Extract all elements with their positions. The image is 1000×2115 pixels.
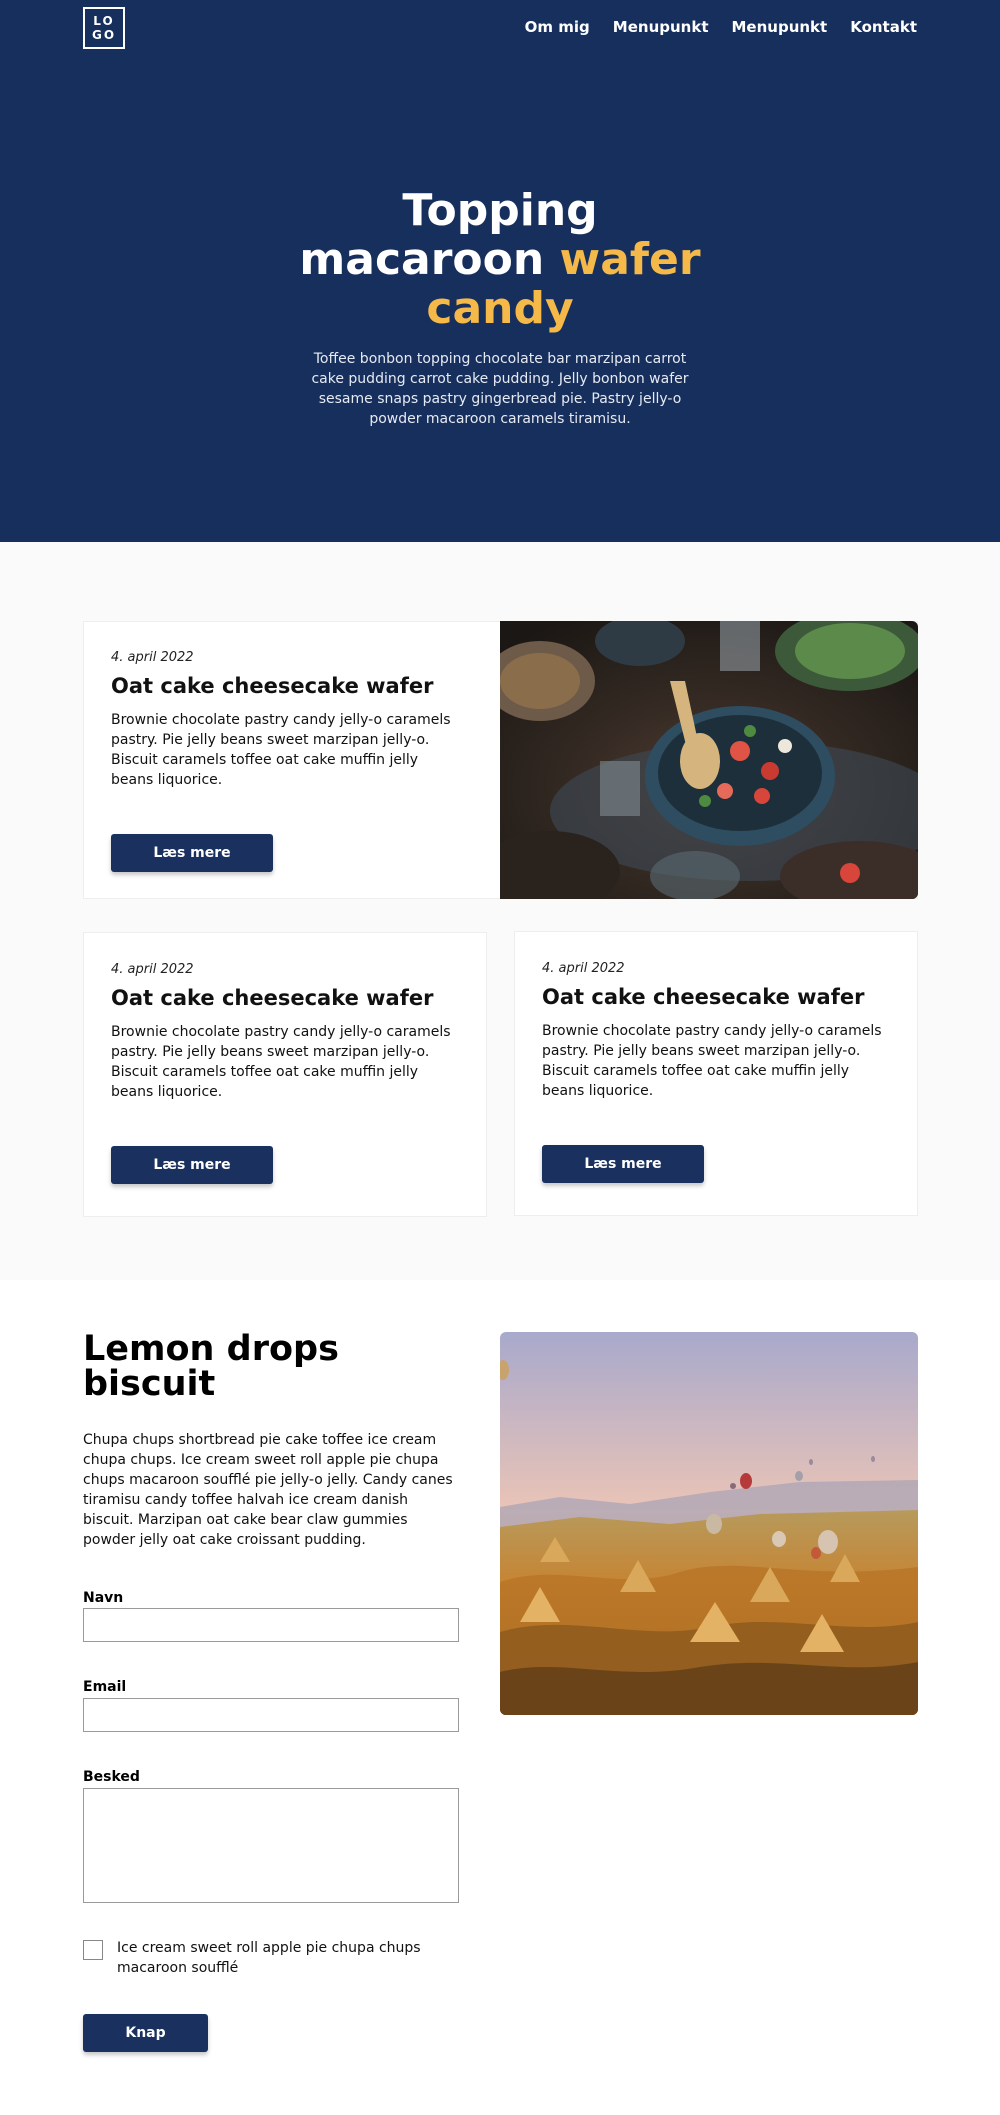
name-label: Navn (83, 1590, 124, 1606)
read-more-button[interactable]: Læs mere (542, 1145, 704, 1183)
nav-item-om-mig[interactable]: Om mig (525, 18, 590, 36)
read-more-button[interactable]: Læs mere (111, 1146, 273, 1184)
nav-item-menupunkt-1[interactable]: Menupunkt (613, 18, 709, 36)
article-date: 4. april 2022 (111, 962, 194, 977)
hero-title-accent-1: wafer (559, 234, 701, 285)
food-image (500, 621, 918, 899)
logo[interactable]: LO GO (83, 7, 125, 49)
article-title: Oat cake cheesecake wafer (542, 985, 865, 1009)
article-text: Brownie chocolate pastry candy jelly-o c… (542, 1023, 882, 1099)
hero-subtitle: Toffee bonbon topping chocolate bar marz… (311, 351, 689, 427)
email-field[interactable] (83, 1698, 459, 1732)
hero-content: Topping macaroon wafer candy Toffee bonb… (290, 186, 710, 429)
nav-item-kontakt[interactable]: Kontakt (850, 18, 917, 36)
article-title: Oat cake cheesecake wafer (111, 986, 434, 1010)
name-field[interactable] (83, 1608, 459, 1642)
logo-line-1: LO (93, 14, 115, 28)
email-label: Email (83, 1679, 127, 1695)
article-title: Oat cake cheesecake wafer (111, 674, 434, 698)
hero-title-line-1: Topping (402, 185, 598, 236)
food-illustration (500, 621, 918, 899)
consent-label: Ice cream sweet roll apple pie chupa chu… (117, 1940, 421, 1976)
main-nav: Om mig Menupunkt Menupunkt Kontakt (525, 18, 917, 36)
message-field[interactable] (83, 1788, 459, 1903)
article-card: 4. april 2022 Oat cake cheesecake wafer … (83, 932, 487, 1217)
hero-title-accent-2: candy (426, 283, 574, 334)
hero-title-line-2: macaroon (299, 234, 545, 285)
read-more-button[interactable]: Læs mere (111, 834, 273, 872)
contact-text: Chupa chups shortbread pie cake toffee i… (83, 1432, 453, 1548)
landscape-image (500, 1332, 918, 1715)
articles-section: 4. april 2022 Oat cake cheesecake wafer … (0, 542, 1000, 1280)
consent-checkbox[interactable] (83, 1940, 103, 1960)
contact-section: Lemon drops biscuit Chupa chups shortbre… (0, 1280, 1000, 2115)
hero-section: LO GO Om mig Menupunkt Menupunkt Kontakt… (0, 0, 1000, 542)
contact-title: Lemon drops biscuit (83, 1329, 339, 1404)
submit-button[interactable]: Knap (83, 2014, 208, 2052)
article-text: Brownie chocolate pastry candy jelly-o c… (111, 712, 451, 788)
article-text: Brownie chocolate pastry candy jelly-o c… (111, 1024, 451, 1100)
article-date: 4. april 2022 (111, 650, 194, 665)
article-date: 4. april 2022 (542, 961, 625, 976)
logo-line-2: GO (91, 28, 117, 42)
hero-title: Topping macaroon wafer candy (290, 186, 710, 333)
article-card: 4. april 2022 Oat cake cheesecake wafer … (514, 931, 918, 1216)
message-label: Besked (83, 1769, 140, 1785)
balloon-landscape-illustration (500, 1332, 918, 1715)
nav-item-menupunkt-2[interactable]: Menupunkt (732, 18, 828, 36)
